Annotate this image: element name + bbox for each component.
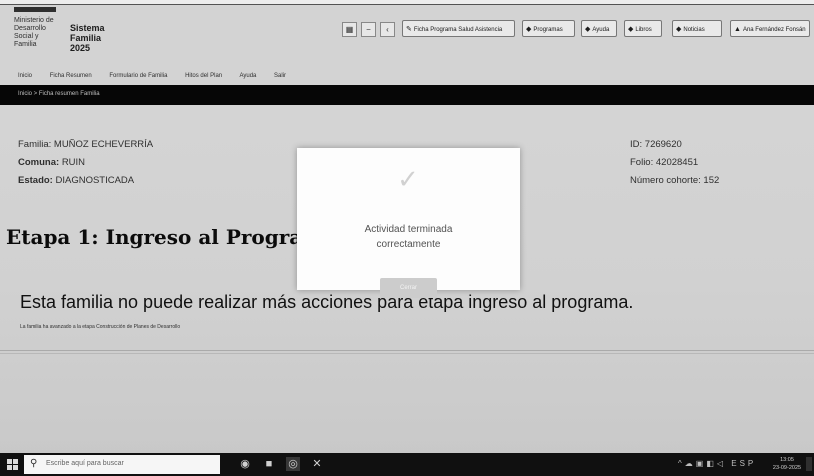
cohorte-row: Número cohorte: 152: [630, 172, 719, 190]
book-icon: ◆: [628, 26, 634, 33]
ministry-name[interactable]: Ministerio de Desarrollo Social y Famili…: [14, 17, 66, 49]
breadcrumb[interactable]: Inicio > Ficha resumen Familia: [18, 91, 100, 97]
ministry-logo-bar: [14, 7, 56, 12]
divider: [0, 353, 814, 354]
libros-button[interactable]: ◆ Libros: [624, 20, 662, 37]
nav-item-inicio[interactable]: Inicio: [18, 73, 32, 79]
modal-message-line: correctamente: [376, 239, 441, 250]
clock-date: 23-09-2025: [772, 465, 802, 471]
check-icon: ✓: [397, 164, 419, 194]
family-name-row: Familia: MUÑOZ ECHEVERRÍA: [18, 136, 153, 154]
comuna-label: Comuna:: [18, 157, 60, 168]
family-info-left: Familia: MUÑOZ ECHEVERRÍA Comuna: RUIN E…: [18, 136, 153, 190]
nav-item-ayuda[interactable]: Ayuda: [239, 73, 256, 79]
file-explorer-icon[interactable]: ■: [262, 457, 276, 471]
noticias-button[interactable]: ◆ Noticias: [672, 20, 722, 37]
chrome-icon[interactable]: ◉: [238, 457, 252, 471]
id-row: ID: 7269620: [630, 136, 719, 154]
folio-label: Folio:: [630, 157, 654, 168]
family-info-right: ID: 7269620 Folio: 42028451 Número cohor…: [630, 136, 719, 190]
windows-taskbar: ⚲ Escribe aquí para buscar ◉ ■ ◎ ✕ ^☁▣◧◁…: [0, 453, 814, 476]
toolbar-button-label: Ana Fernández Fonsán: [742, 27, 806, 33]
family-name-label: Familia:: [18, 139, 52, 150]
folio-value: 42028451: [655, 157, 699, 168]
comuna-value: RUIN: [61, 157, 86, 168]
estado-value: DIAGNOSTICADA: [55, 175, 135, 186]
breadcrumb-bar: Inicio > Ficha resumen Familia: [0, 85, 814, 105]
brand-line: Familia: [70, 33, 102, 43]
system-tray-icons[interactable]: ^☁▣◧◁ ESP: [678, 459, 756, 468]
ministry-line: Ministerio de: [14, 17, 54, 24]
ficha-programa-button[interactable]: ✎ Ficha Programa Salud Asistencia: [402, 20, 515, 37]
minus-icon[interactable]: −: [361, 22, 376, 37]
nav-item-salir[interactable]: Salir: [274, 73, 286, 79]
programas-button[interactable]: ◆ Programas: [522, 20, 575, 37]
folio-row: Folio: 42028451: [630, 154, 719, 172]
info-icon: ◆: [526, 26, 532, 33]
nav-item-hitos[interactable]: Hitos del Plan: [185, 73, 222, 79]
search-icon: ⚲: [30, 458, 38, 469]
taskbar-search-box[interactable]: ⚲ Escribe aquí para buscar: [24, 455, 220, 474]
cohorte-value: 152: [703, 175, 720, 186]
comuna-row: Comuna: RUIN: [18, 154, 153, 172]
toolbar-button-label: Ayuda: [592, 27, 610, 33]
pencil-icon: ✎: [406, 26, 412, 33]
stage-status-message: Esta familia no puede realizar más accio…: [20, 292, 634, 312]
site-header: Ministerio de Desarrollo Social y Famili…: [0, 5, 814, 85]
modal-close-button[interactable]: Cerrar: [380, 278, 437, 298]
estado-row: Estado: DIAGNOSTICADA: [18, 172, 153, 190]
nav-item-ficha-resumen[interactable]: Ficha Resumen: [50, 73, 92, 79]
modal-message: Actividad terminada correctamente: [297, 222, 520, 252]
grid-icon[interactable]: ▦: [342, 22, 357, 37]
search-placeholder: Escribe aquí para buscar: [46, 460, 124, 467]
user-icon: ▲: [734, 26, 741, 33]
clock-time: 13:05: [780, 457, 794, 463]
system-brand[interactable]: Sistema Familia 2025: [70, 23, 105, 53]
excel-icon[interactable]: ✕: [310, 457, 324, 471]
windows-start-icon[interactable]: [7, 459, 18, 470]
user-menu-button[interactable]: ▲ Ana Fernández Fonsán: [730, 20, 810, 37]
toolbar-button-label: Libros: [635, 27, 652, 33]
toolbar-button-label: Noticias: [683, 27, 705, 33]
nav-item-formulario[interactable]: Formulario de Familia: [109, 73, 167, 79]
browser-app-icon[interactable]: ◎: [286, 457, 300, 471]
modal-message-line: Actividad terminada: [364, 224, 453, 235]
stage-title: Etapa 1: Ingreso al Programa: [6, 225, 337, 249]
browser-page: Ministerio de Desarrollo Social y Famili…: [0, 0, 814, 476]
ministry-line: Desarrollo: [14, 25, 46, 32]
notification-icon[interactable]: [806, 457, 812, 471]
taskbar-clock[interactable]: 13:05 23-09-2025: [770, 456, 804, 472]
news-icon: ◆: [676, 26, 682, 33]
chevron-left-icon[interactable]: ‹: [380, 22, 395, 37]
estado-label: Estado:: [18, 175, 53, 186]
toolbar-button-label: Ficha Programa Salud Asistencia: [413, 27, 503, 33]
divider: [0, 350, 814, 351]
success-modal: ✓ Actividad terminada correctamente Cerr…: [297, 148, 520, 298]
brand-line: 2025: [70, 43, 91, 53]
ministry-line: Familia: [14, 41, 37, 48]
ministry-line: Social y: [14, 33, 39, 40]
toolbar-button-label: Programas: [533, 27, 563, 33]
stage-sub-message: La familia ha avanzado a la etapa Constr…: [20, 324, 181, 330]
id-value: 7269620: [644, 139, 682, 150]
family-name-value: MUÑOZ ECHEVERRÍA: [53, 139, 154, 150]
cohorte-label: Número cohorte:: [630, 175, 701, 186]
id-label: ID:: [630, 139, 643, 150]
main-nav: Inicio Ficha Resumen Formulario de Famil…: [18, 73, 302, 79]
help-icon: ◆: [585, 26, 591, 33]
brand-line: Sistema: [70, 23, 105, 33]
ayuda-button[interactable]: ◆ Ayuda: [581, 20, 617, 37]
